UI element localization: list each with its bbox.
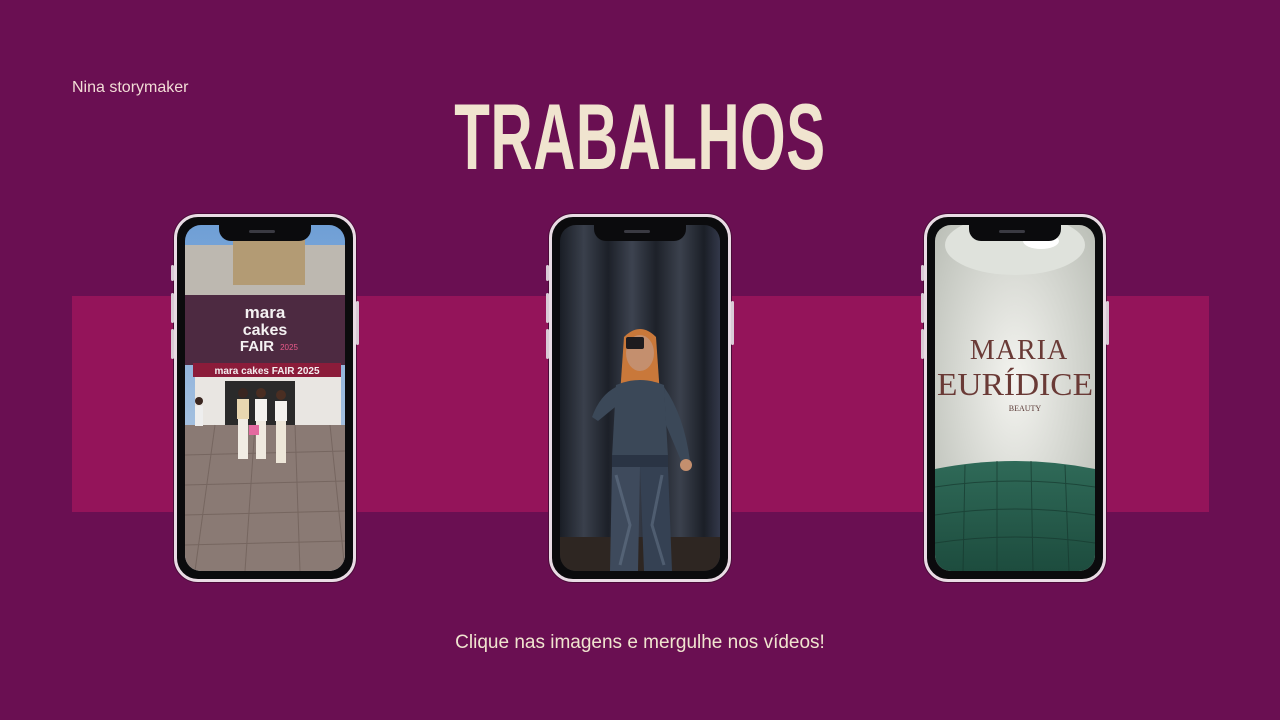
video-preview-portrait: [560, 225, 720, 571]
logo-text-maria: MARIA: [970, 335, 1068, 366]
video-preview-salon: MARIA EURÍDICE BEAUTY: [935, 225, 1095, 571]
sign-text-mara: mara: [245, 303, 286, 322]
brand-name: Nina storymaker: [72, 79, 189, 96]
phone-notch: [219, 225, 311, 241]
video-thumbnail-3[interactable]: MARIA EURÍDICE BEAUTY: [921, 214, 1109, 582]
sign-text-cakes: cakes: [243, 322, 288, 339]
sign-text-year: 2025: [280, 343, 298, 352]
page-title: TRABALHOS: [454, 84, 826, 189]
video-thumbnail-2[interactable]: [546, 214, 734, 582]
phone-notch: [969, 225, 1061, 241]
instruction-caption: Clique nas imagens e mergulhe nos vídeos…: [455, 632, 825, 653]
video-thumbnail-1[interactable]: mara cakes FAIR 2025 mara cakes FAIR 202…: [171, 214, 359, 582]
phone-notch: [594, 225, 686, 241]
logo-text-beauty: BEAUTY: [1009, 404, 1042, 413]
sign-text-fair: FAIR: [240, 338, 274, 355]
entrance-banner-text: mara cakes FAIR 2025: [214, 366, 320, 377]
video-preview-fair: mara cakes FAIR 2025 mara cakes FAIR 202…: [185, 225, 345, 571]
logo-text-euridice: EURÍDICE: [937, 366, 1093, 402]
